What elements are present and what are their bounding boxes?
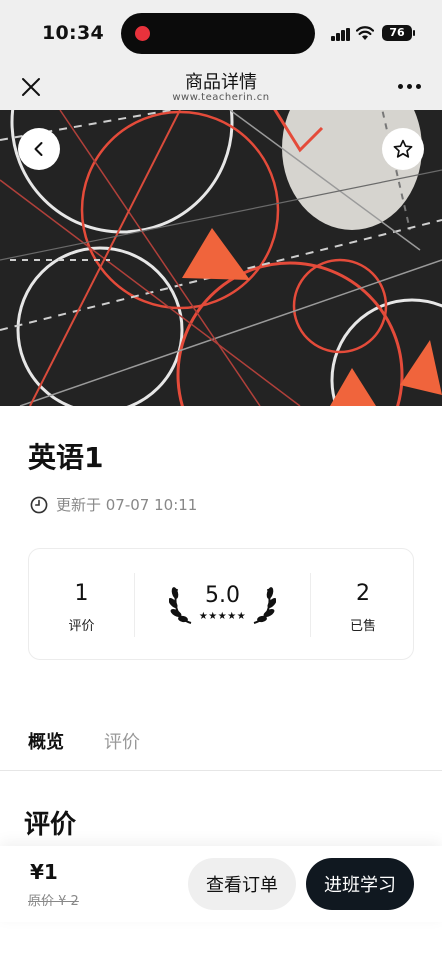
recording-indicator-icon <box>135 26 150 41</box>
status-time: 10:34 <box>42 22 104 44</box>
abstract-geometric-artwork <box>0 110 442 406</box>
reviews-section-title: 评价 <box>24 810 77 840</box>
more-options-icon[interactable] <box>398 84 424 90</box>
stats-card: 1 评价 5.0 ★★★★★ 2 已售 <box>28 548 414 660</box>
reviews-stat[interactable]: 1 评价 <box>29 549 134 661</box>
reviews-count: 1 <box>74 581 89 606</box>
view-orders-button[interactable]: 查看订单 <box>188 858 296 910</box>
reviews-label: 评价 <box>68 619 95 634</box>
updated-timestamp: 更新于 07-07 10:11 <box>56 496 198 514</box>
wifi-icon <box>356 26 374 40</box>
sold-count: 2 <box>356 581 370 606</box>
tab-reviews[interactable]: 评价 <box>104 728 140 754</box>
price: ¥1 <box>30 860 58 884</box>
chevron-left-icon <box>34 142 43 156</box>
clock-icon <box>30 496 48 513</box>
nav-title: 商品详情 <box>185 72 257 93</box>
status-bar: 10:34 76 <box>0 0 442 66</box>
rating-stars: ★★★★★ <box>198 611 247 622</box>
favorite-button[interactable] <box>382 128 424 170</box>
updated-info: 更新于 07-07 10:11 <box>30 494 197 515</box>
tab-overview[interactable]: 概览 <box>28 728 64 754</box>
sold-label: 已售 <box>349 619 376 634</box>
back-button[interactable] <box>18 128 60 170</box>
battery-icon: 76 <box>382 25 415 41</box>
purchase-bar: ¥1 原价 ¥ 2 查看订单 进班学习 <box>0 846 442 922</box>
course-title: 英语1 <box>28 441 104 474</box>
tabs-divider <box>0 770 442 771</box>
nav-subtitle-url: www.teacherin.cn <box>172 92 270 103</box>
join-class-button[interactable]: 进班学习 <box>306 858 414 910</box>
nav-bar: 商品详情 www.teacherin.cn <box>0 66 442 110</box>
rating-stat: 5.0 ★★★★★ <box>135 549 310 661</box>
laurel-right-icon <box>253 587 276 624</box>
sold-stat: 2 已售 <box>311 549 415 661</box>
rating-value: 5.0 <box>205 583 240 608</box>
course-cover-image <box>0 110 442 406</box>
original-price: 原价 ¥ 2 <box>28 894 79 909</box>
star-outline-icon <box>393 139 413 158</box>
dynamic-island <box>121 13 315 54</box>
cellular-signal-icon <box>331 28 351 41</box>
